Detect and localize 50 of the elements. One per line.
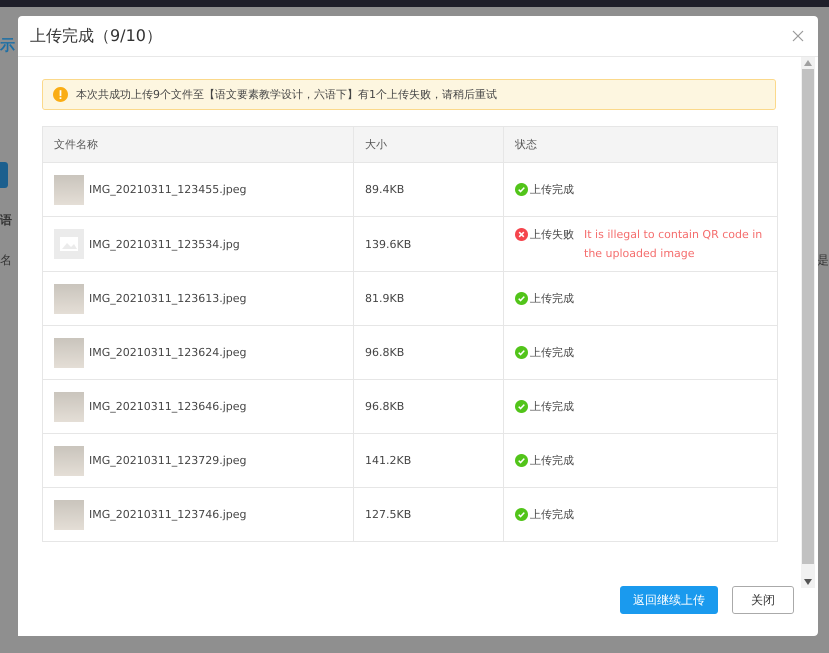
file-size: 81.9KB — [365, 292, 404, 305]
alert-message: 本次共成功上传9个文件至【语文要素教学设计，六语下】有1个上传失败，请稍后重试 — [76, 87, 497, 102]
scrollbar[interactable] — [801, 57, 815, 588]
scroll-up-icon[interactable] — [804, 60, 812, 66]
close-button[interactable]: 关闭 — [732, 586, 794, 614]
file-name: IMG_20210311_123455.jpeg — [89, 183, 247, 196]
photo-placeholder — [54, 500, 84, 530]
status-label: 上传完成 — [530, 507, 574, 522]
file-size: 141.2KB — [365, 454, 412, 467]
status-label: 上传完成 — [530, 399, 574, 414]
column-header: 大小 — [354, 126, 504, 162]
background-text: 是 — [817, 252, 829, 269]
column-header: 状态 — [504, 126, 778, 162]
background-text: 语 — [0, 212, 12, 229]
status-label: 上传完成 — [530, 345, 574, 360]
file-size: 96.8KB — [365, 346, 404, 359]
file-size: 96.8KB — [365, 400, 404, 413]
file-name: IMG_20210311_123746.jpeg — [89, 508, 247, 521]
column-header: 文件名称 — [42, 126, 354, 162]
scroll-down-icon[interactable] — [804, 579, 812, 585]
check-circle-icon — [515, 183, 528, 196]
file-size: 139.6KB — [365, 238, 412, 250]
photo-placeholder — [54, 338, 84, 368]
status-label: 上传完成 — [530, 291, 574, 306]
check-circle-icon — [515, 400, 528, 413]
background-text: 名 — [0, 252, 12, 269]
check-circle-icon — [515, 454, 528, 467]
photo-placeholder — [54, 392, 84, 422]
status-label: 上传失败 — [530, 227, 574, 243]
status-label: 上传完成 — [530, 453, 574, 468]
check-circle-icon — [515, 292, 528, 305]
file-name: IMG_20210311_123534.jpg — [89, 238, 240, 250]
background-text: 示 — [0, 36, 15, 55]
file-name: IMG_20210311_123729.jpeg — [89, 454, 247, 467]
file-name: IMG_20210311_123624.jpeg — [89, 346, 247, 359]
error-message: It is illegal to contain QR code in the uploaded image — [584, 227, 764, 262]
file-name: IMG_20210311_123646.jpeg — [89, 400, 247, 413]
error-circle-icon — [515, 228, 528, 241]
photo-placeholder — [54, 284, 84, 314]
photo-placeholder — [54, 174, 84, 204]
close-icon[interactable] — [792, 30, 804, 42]
file-size: 89.4KB — [365, 183, 404, 196]
warning-icon — [53, 87, 68, 102]
file-name: IMG_20210311_123613.jpeg — [89, 292, 247, 305]
dialog-title: 上传完成（9/10） — [30, 26, 162, 46]
status-label: 上传完成 — [530, 182, 574, 197]
file-size: 127.5KB — [365, 508, 412, 521]
check-circle-icon — [515, 346, 528, 359]
check-circle-icon — [515, 508, 528, 521]
photo-placeholder — [54, 446, 84, 476]
